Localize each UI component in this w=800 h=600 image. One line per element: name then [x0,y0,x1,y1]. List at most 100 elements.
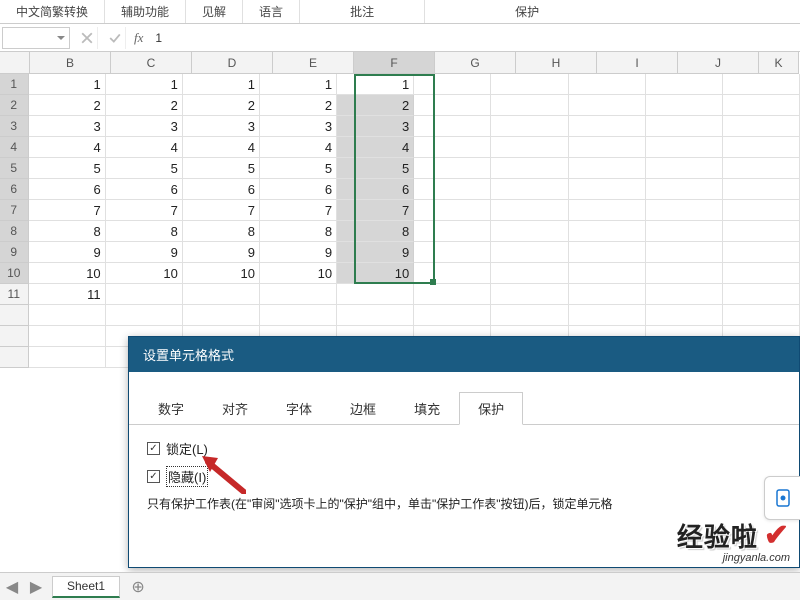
cell[interactable] [414,221,491,242]
cell[interactable]: 5 [260,158,337,179]
cell[interactable]: 6 [29,179,106,200]
cell[interactable]: 1 [183,74,260,95]
cell[interactable] [646,305,723,326]
cell[interactable] [491,221,568,242]
row-header-5[interactable]: 5 [0,158,29,179]
cell[interactable] [414,305,491,326]
cell[interactable]: 8 [183,221,260,242]
fx-icon[interactable]: fx [134,30,143,46]
sheet-nav-prev[interactable]: ◀ [0,573,24,600]
col-header-D[interactable]: D [192,52,273,74]
ribbon-group-insights[interactable]: 见解 [186,0,243,23]
cell[interactable]: 9 [337,242,414,263]
cell[interactable]: 11 [29,284,106,305]
cell[interactable]: 2 [337,95,414,116]
ribbon-group-accessibility[interactable]: 辅助功能 [105,0,186,23]
cell[interactable] [491,284,568,305]
cell[interactable] [260,284,337,305]
cell[interactable]: 8 [260,221,337,242]
cell[interactable]: 10 [337,263,414,284]
cell[interactable]: 5 [183,158,260,179]
cell[interactable]: 6 [337,179,414,200]
col-header-C[interactable]: C [111,52,192,74]
cell[interactable]: 9 [260,242,337,263]
sheet-nav-next[interactable]: ▶ [24,573,48,600]
lock-checkbox[interactable] [147,442,160,455]
row-header-10[interactable]: 10 [0,263,29,284]
dialog-tab-1[interactable]: 对齐 [203,392,267,424]
cell[interactable]: 8 [29,221,106,242]
cell[interactable] [29,347,106,368]
cell[interactable] [569,200,646,221]
cell[interactable] [414,158,491,179]
cell[interactable] [260,305,337,326]
cell[interactable]: 2 [183,95,260,116]
add-sheet-button[interactable]: ⊕ [126,577,150,597]
cell[interactable] [646,95,723,116]
col-header-H[interactable]: H [516,52,597,74]
cell[interactable] [183,284,260,305]
cell[interactable]: 6 [260,179,337,200]
cell[interactable]: 9 [183,242,260,263]
cell[interactable]: 4 [29,137,106,158]
cell[interactable] [723,242,800,263]
ribbon-group-protect[interactable]: 保护 [425,0,629,23]
cell[interactable] [491,263,568,284]
formula-input[interactable]: 1 [151,31,800,45]
row-header-1[interactable]: 1 [0,74,29,95]
cell[interactable] [569,179,646,200]
cell[interactable] [723,200,800,221]
cell[interactable] [723,116,800,137]
cell[interactable]: 10 [183,263,260,284]
col-header-K[interactable]: K [759,52,799,74]
ribbon-group-convert[interactable]: 中文简繁转换 [0,0,105,23]
cell[interactable] [491,95,568,116]
cell[interactable] [723,95,800,116]
cell[interactable] [723,221,800,242]
cell[interactable] [414,137,491,158]
cell[interactable] [414,200,491,221]
lock-label[interactable]: 锁定(L) [166,439,208,458]
cell[interactable] [646,200,723,221]
cell[interactable] [491,305,568,326]
row-header-6[interactable]: 6 [0,179,29,200]
cell[interactable] [646,263,723,284]
cell[interactable] [646,179,723,200]
cell[interactable]: 4 [337,137,414,158]
row-header-8[interactable]: 8 [0,221,29,242]
row-header-[interactable] [0,305,29,326]
cell[interactable] [337,305,414,326]
cell[interactable] [646,116,723,137]
cell[interactable] [491,242,568,263]
cell[interactable] [569,158,646,179]
cell[interactable]: 5 [29,158,106,179]
cell[interactable] [183,305,260,326]
cell[interactable]: 8 [337,221,414,242]
dialog-tab-3[interactable]: 边框 [331,392,395,424]
cell[interactable] [491,137,568,158]
cell[interactable]: 4 [260,137,337,158]
cell[interactable] [414,95,491,116]
col-header-F[interactable]: F [354,52,435,74]
cell[interactable] [569,284,646,305]
sheet-tab[interactable]: Sheet1 [52,576,120,598]
cell[interactable]: 4 [183,137,260,158]
cell[interactable]: 6 [183,179,260,200]
cell[interactable]: 7 [260,200,337,221]
row-header-3[interactable]: 3 [0,116,29,137]
cell[interactable]: 2 [29,95,106,116]
cell[interactable]: 1 [260,74,337,95]
cell[interactable] [646,137,723,158]
cell[interactable]: 3 [260,116,337,137]
cell[interactable]: 3 [106,116,183,137]
cell[interactable] [337,284,414,305]
hide-label[interactable]: 隐藏(I) [166,466,208,487]
cell[interactable] [491,74,568,95]
cell[interactable] [646,158,723,179]
cell[interactable]: 9 [106,242,183,263]
cell[interactable] [723,74,800,95]
col-header-J[interactable]: J [678,52,759,74]
cell[interactable]: 10 [260,263,337,284]
cell[interactable] [491,116,568,137]
cell[interactable] [414,116,491,137]
